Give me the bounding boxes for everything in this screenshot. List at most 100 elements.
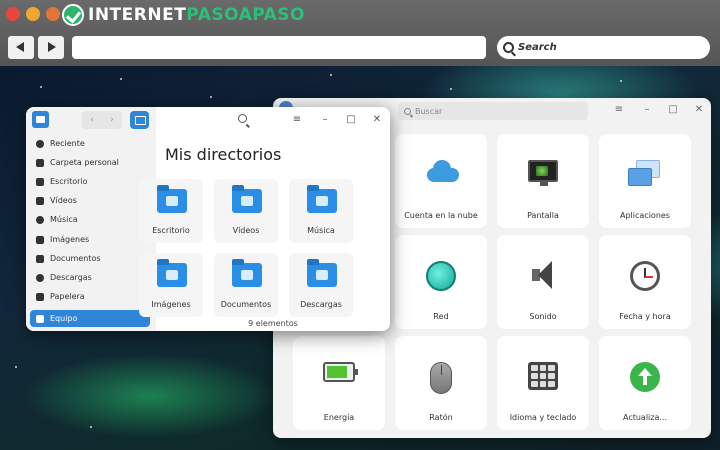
forward-button[interactable] xyxy=(38,36,64,59)
logo-text-pasoapaso: PASOAPASO xyxy=(186,5,305,25)
sidebar-item-label: Carpeta personal xyxy=(50,158,119,167)
settings-tile-power[interactable]: Energía xyxy=(293,336,385,430)
settings-tile-date-time[interactable]: Fecha y hora xyxy=(599,235,691,329)
search-label: Search xyxy=(518,42,557,53)
sidebar-item-label: Reciente xyxy=(50,139,85,148)
sidebar-item-label: Vídeos xyxy=(50,196,77,205)
settings-tile-language-keyboard[interactable]: Idioma y teclado xyxy=(497,336,589,430)
star xyxy=(450,88,452,90)
settings-tile-applications[interactable]: Aplicaciones xyxy=(599,134,691,228)
settings-tile-sound[interactable]: Sonido xyxy=(497,235,589,329)
sidebar-item-downloads[interactable]: Descargas xyxy=(30,269,150,286)
minimize-icon[interactable]: – xyxy=(319,114,331,126)
address-bar[interactable] xyxy=(72,36,486,59)
settings-tile-mouse[interactable]: Ratón xyxy=(395,336,487,430)
sidebar-item-videos[interactable]: Vídeos xyxy=(30,192,150,209)
search-icon xyxy=(503,42,514,53)
folder-videos[interactable]: Vídeos xyxy=(214,179,278,243)
settings-search-placeholder: Buscar xyxy=(415,106,443,116)
sidebar-item-documents[interactable]: Documentos xyxy=(30,250,150,267)
tile-label: Pantalla xyxy=(527,211,559,220)
sidebar-item-trash[interactable]: Papelera xyxy=(30,288,150,305)
tile-label: Fecha y hora xyxy=(619,312,671,321)
star xyxy=(210,96,212,98)
file-manager-header: ‹ › ≡ – □ ✕ xyxy=(26,107,390,133)
menu-icon[interactable]: ≡ xyxy=(613,104,625,116)
folder-icon xyxy=(307,259,337,287)
sidebar-item-music[interactable]: Música xyxy=(30,211,150,228)
file-manager-app-icon xyxy=(32,111,49,128)
tile-label: Energía xyxy=(323,413,355,422)
folder-icon xyxy=(307,185,337,213)
star xyxy=(40,86,42,88)
close-window-button[interactable] xyxy=(6,7,20,21)
sidebar-item-label: Documentos xyxy=(50,254,101,263)
settings-tile-display[interactable]: Pantalla xyxy=(497,134,589,228)
chevron-right-icon[interactable]: › xyxy=(110,115,114,125)
music-icon xyxy=(36,215,44,224)
maximize-window-button[interactable] xyxy=(46,7,60,21)
folder-label: Documentos xyxy=(220,300,272,309)
tile-label: Ratón xyxy=(429,413,453,422)
battery-icon xyxy=(323,362,358,382)
folder-images[interactable]: Imágenes xyxy=(139,253,203,317)
folder-label: Descargas xyxy=(300,300,342,309)
sidebar-item-home[interactable]: Carpeta personal xyxy=(30,154,150,171)
settings-tile-cloud-account[interactable]: Cuenta en la nube xyxy=(395,134,487,228)
search-icon xyxy=(404,107,411,115)
settings-search-input[interactable]: Buscar xyxy=(398,102,588,120)
history-nav[interactable]: ‹ › xyxy=(82,111,122,129)
clock-icon xyxy=(36,139,44,148)
speaker-icon xyxy=(530,261,556,289)
folder-desktop[interactable]: Escritorio xyxy=(139,179,203,243)
sidebar-item-desktop[interactable]: Escritorio xyxy=(30,173,150,190)
sidebar-item-images[interactable]: Imágenes xyxy=(30,231,150,248)
folder-icon xyxy=(232,259,262,287)
sidebar-item-computer[interactable]: Equipo xyxy=(30,310,150,327)
home-icon xyxy=(36,158,44,167)
star xyxy=(620,80,622,82)
settings-tile-updates[interactable]: Actualiza... xyxy=(599,336,691,430)
sidebar-item-label: Papelera xyxy=(50,292,85,301)
clock-icon xyxy=(630,261,660,291)
tile-label: Red xyxy=(433,312,449,321)
folder-icon xyxy=(157,259,187,287)
apps-icon xyxy=(628,160,662,188)
logo-text-internet: INTERNET xyxy=(88,5,187,25)
cloud-icon xyxy=(423,160,459,182)
sidebar-item-label: Música xyxy=(50,215,78,224)
minimize-icon[interactable]: – xyxy=(641,104,653,116)
settings-tile-network[interactable]: Red xyxy=(395,235,487,329)
tile-label: Actualiza... xyxy=(622,413,667,422)
star xyxy=(90,426,92,428)
folder-label: Escritorio xyxy=(152,226,190,235)
minimize-window-button[interactable] xyxy=(26,7,40,21)
mouse-icon xyxy=(430,362,452,394)
menu-icon[interactable]: ≡ xyxy=(291,114,303,126)
tile-label: Aplicaciones xyxy=(620,211,670,220)
maximize-icon[interactable]: □ xyxy=(345,114,357,126)
file-manager-window: ‹ › ≡ – □ ✕ Reciente Carpeta personal Es… xyxy=(26,107,390,331)
document-icon xyxy=(36,254,44,263)
arrow-right-icon xyxy=(48,42,56,52)
view-mode-button[interactable] xyxy=(130,111,149,129)
sidebar-item-label: Imágenes xyxy=(50,235,90,244)
search-icon[interactable] xyxy=(238,114,247,123)
arrow-left-icon xyxy=(16,42,24,52)
close-icon[interactable]: ✕ xyxy=(371,114,383,126)
maximize-icon[interactable]: □ xyxy=(667,104,679,116)
browser-search-box[interactable]: Search xyxy=(497,36,710,59)
logo-check-icon xyxy=(62,4,84,26)
sidebar-item-recent[interactable]: Reciente xyxy=(30,135,150,152)
folder-downloads[interactable]: Descargas xyxy=(289,253,353,317)
folder-music[interactable]: Música xyxy=(289,179,353,243)
star xyxy=(15,366,17,368)
back-button[interactable] xyxy=(8,36,34,59)
folder-documents[interactable]: Documentos xyxy=(214,253,278,317)
chevron-left-icon[interactable]: ‹ xyxy=(90,115,94,125)
keyboard-icon xyxy=(528,362,558,390)
tile-label: Idioma y teclado xyxy=(509,413,577,422)
page-title: Mis directorios xyxy=(165,145,282,164)
folder-icon xyxy=(157,185,187,213)
close-icon[interactable]: ✕ xyxy=(693,104,705,116)
